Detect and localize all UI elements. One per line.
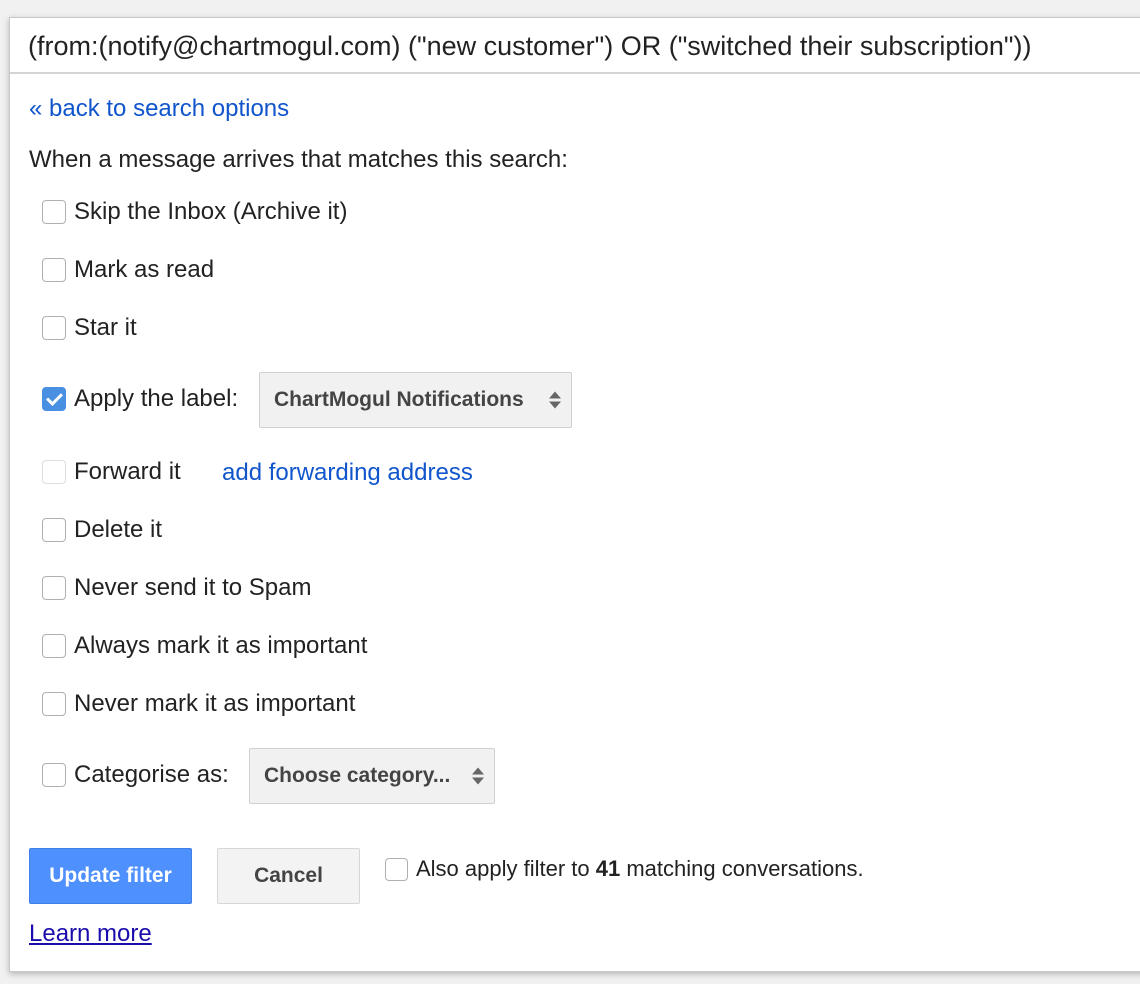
matching-count: 41 xyxy=(595,856,621,881)
select-arrows-icon xyxy=(549,391,561,409)
search-query-input[interactable]: (from:(notify@chartmogul.com) ("new cust… xyxy=(10,18,1140,74)
checkbox[interactable] xyxy=(42,518,66,542)
learn-more-link[interactable]: Learn more xyxy=(29,920,152,948)
also-apply-filter[interactable]: Also apply filter to 41 matching convers… xyxy=(385,854,864,884)
checkbox[interactable] xyxy=(42,576,66,600)
action-label: Mark as read xyxy=(74,256,215,283)
action-label: Forward it xyxy=(74,458,181,485)
action-label: Always mark it as important xyxy=(74,632,368,659)
add-forwarding-address-link[interactable]: add forwarding address xyxy=(222,459,473,487)
category-select-value: Choose category... xyxy=(264,764,451,787)
action-label: Delete it xyxy=(74,516,163,543)
action-always-important[interactable]: Always mark it as important xyxy=(42,631,367,661)
checkbox[interactable] xyxy=(42,258,66,282)
intro-text: When a message arrives that matches this… xyxy=(29,146,568,173)
action-never-spam[interactable]: Never send it to Spam xyxy=(42,573,311,603)
label-select-value: ChartMogul Notifications xyxy=(274,388,524,411)
checkbox-checked[interactable] xyxy=(42,387,66,411)
action-label: Categorise as: xyxy=(74,761,229,788)
action-categorise[interactable]: Categorise as: xyxy=(42,760,229,790)
checkbox[interactable] xyxy=(385,857,408,881)
checkbox[interactable] xyxy=(42,692,66,716)
action-star[interactable]: Star it xyxy=(42,313,137,343)
also-apply-suffix: matching conversations. xyxy=(620,856,864,881)
action-label: Never mark it as important xyxy=(74,690,356,717)
action-mark-read[interactable]: Mark as read xyxy=(42,255,214,285)
back-to-search-options-link[interactable]: « back to search options xyxy=(29,95,289,123)
select-arrows-icon xyxy=(472,767,484,785)
action-delete[interactable]: Delete it xyxy=(42,515,162,545)
cancel-button[interactable]: Cancel xyxy=(217,848,360,904)
action-apply-label[interactable]: Apply the label: xyxy=(42,384,238,414)
action-skip-inbox[interactable]: Skip the Inbox (Archive it) xyxy=(42,197,347,227)
checkbox[interactable] xyxy=(42,200,66,224)
checkbox[interactable] xyxy=(42,763,66,787)
action-label: Never send it to Spam xyxy=(74,574,312,601)
action-label: Skip the Inbox (Archive it) xyxy=(74,198,348,225)
action-forward: Forward it xyxy=(42,457,181,487)
action-label: Apply the label: xyxy=(74,385,239,412)
update-filter-button[interactable]: Update filter xyxy=(29,848,192,904)
action-label: Star it xyxy=(74,314,137,341)
filter-panel: (from:(notify@chartmogul.com) ("new cust… xyxy=(9,17,1140,972)
checkbox-disabled xyxy=(42,460,66,484)
action-never-important[interactable]: Never mark it as important xyxy=(42,689,355,719)
checkbox[interactable] xyxy=(42,634,66,658)
checkbox[interactable] xyxy=(42,316,66,340)
also-apply-prefix: Also apply filter to xyxy=(416,856,596,881)
label-select[interactable]: ChartMogul Notifications xyxy=(259,372,572,428)
category-select[interactable]: Choose category... xyxy=(249,748,495,804)
